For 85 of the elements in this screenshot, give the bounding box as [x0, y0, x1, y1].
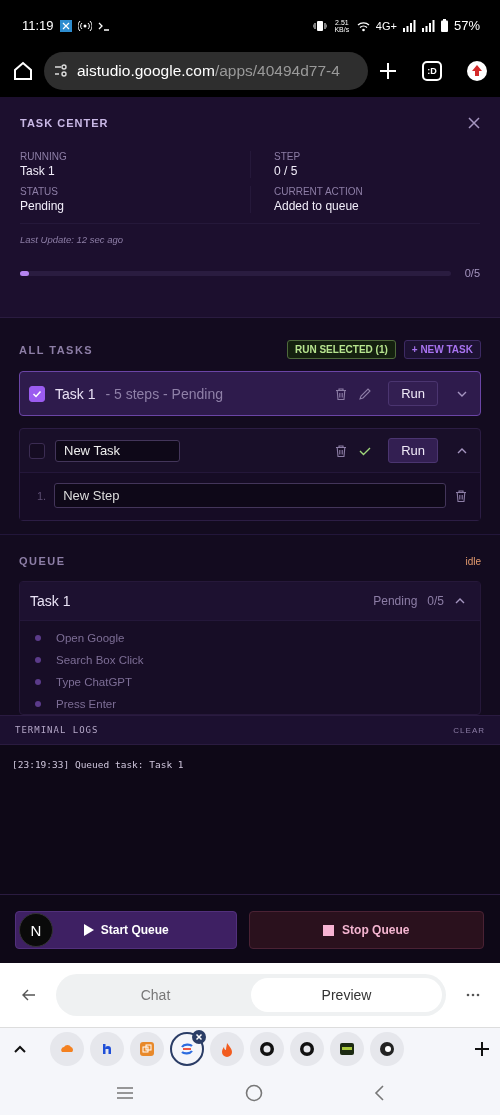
field-label: STEP [274, 151, 302, 162]
run-selected-button[interactable]: RUN SELECTED (1) [287, 340, 396, 359]
upload-icon[interactable] [466, 60, 488, 82]
terminal-icon [97, 20, 110, 31]
clear-button[interactable]: CLEAR [453, 725, 485, 735]
address-bar[interactable]: aistudio.google.com/apps/40494d77-4 [44, 52, 368, 90]
new-task-button[interactable]: + NEW TASK [403, 340, 481, 359]
app-notification-icon [59, 19, 72, 32]
browser-tab[interactable] [370, 1032, 404, 1066]
browser-tab[interactable] [250, 1032, 284, 1066]
flame-icon [219, 1041, 235, 1057]
field-label: RUNNING [20, 151, 68, 162]
task-details: - 5 steps - Pending [105, 385, 224, 402]
task-name: Task 1 [55, 385, 96, 402]
terminal-title: TERMINAL LOGS [15, 725, 99, 735]
close-icon[interactable] [468, 117, 480, 129]
bullet-dot [35, 657, 41, 663]
url-text: aistudio.google.com/apps/40494d77-4 [77, 62, 340, 80]
queue-state: idle [465, 555, 481, 567]
back-arrow-icon[interactable] [22, 989, 36, 1001]
site-settings-icon [54, 64, 70, 78]
hotspot-icon [77, 19, 92, 32]
section-title: ALL TASKS [19, 343, 95, 356]
log-line: [23:19:33] Queued task: Task 1 [12, 759, 185, 770]
field-value: 0 / 5 [274, 164, 299, 178]
wifi-icon [356, 19, 370, 32]
browser-tab[interactable] [90, 1032, 124, 1066]
step-text: Search Box Click [56, 654, 144, 666]
step-number: 1. [37, 489, 47, 502]
chevron-up-icon[interactable] [14, 1045, 26, 1053]
step-text: Type ChatGPT [56, 676, 133, 688]
field-value: Added to queue [274, 199, 360, 213]
field-value: Pending [20, 199, 66, 213]
task-name-field[interactable]: New Task [55, 439, 180, 462]
app-icon [379, 1041, 395, 1057]
back-icon[interactable] [374, 1084, 385, 1101]
vibrate-icon [312, 19, 327, 32]
signal-icon [402, 19, 416, 32]
step-text: Open Google [56, 632, 125, 644]
squares-icon [139, 1041, 155, 1057]
browser-tab[interactable] [170, 1032, 204, 1066]
network-type: 4G+ [375, 19, 397, 32]
trash-icon[interactable] [454, 488, 468, 503]
field-label: CURRENT ACTION [274, 186, 364, 197]
home-icon[interactable] [12, 60, 34, 82]
browser-tab[interactable] [290, 1032, 324, 1066]
clock-time: 11:19 [22, 18, 54, 33]
bullet-dot [35, 701, 41, 707]
close-icon[interactable] [192, 1030, 206, 1044]
trash-icon[interactable] [334, 443, 349, 458]
view-tab[interactable]: Chat [60, 978, 251, 1012]
run-button[interactable]: Run [388, 438, 438, 463]
menu-icon[interactable] [115, 1085, 134, 1100]
home-button-icon[interactable] [245, 1083, 263, 1102]
step-field[interactable]: New Step [54, 483, 446, 508]
check-icon [32, 388, 42, 399]
task-name: Task 1 [30, 593, 72, 609]
task-status: Pending [373, 594, 418, 608]
field-label: STATUS [20, 186, 59, 197]
battery-level: 57% [453, 18, 480, 33]
more-icon[interactable] [466, 993, 480, 997]
bullet-dot [35, 679, 41, 685]
plus-icon[interactable] [474, 1041, 490, 1057]
swirl-icon [179, 1041, 195, 1057]
checkbox[interactable] [29, 442, 45, 459]
signal-icon [421, 19, 435, 32]
field-value: Task 1 [20, 164, 56, 178]
view-tab[interactable]: Preview [251, 978, 442, 1012]
play-icon [82, 923, 95, 937]
progress-reading: 0/5 [464, 267, 480, 279]
vnc-icon [339, 1041, 355, 1057]
pencil-icon[interactable] [358, 386, 373, 401]
battery-icon [440, 19, 448, 32]
stop-queue-button[interactable]: Stop Queue [248, 911, 484, 949]
section-title: QUEUE [19, 555, 66, 567]
tab-switcher[interactable]: :D [422, 61, 442, 81]
run-button[interactable]: Run [388, 381, 438, 406]
checkbox[interactable] [29, 385, 45, 402]
last-update-text: Last Update: 12 sec ago [20, 234, 124, 245]
stop-icon [323, 924, 335, 936]
step-text: Press Enter [56, 698, 117, 710]
trash-icon[interactable] [334, 386, 349, 401]
panel-title: TASK CENTER [20, 117, 109, 129]
bullet-dot [35, 635, 41, 641]
browser-tab[interactable] [330, 1032, 364, 1066]
